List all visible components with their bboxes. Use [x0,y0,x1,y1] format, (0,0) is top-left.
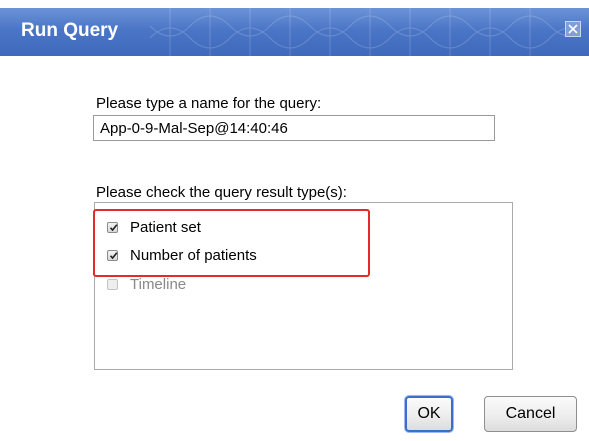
patient-set-label: Patient set [130,218,201,236]
dialog-title: Run Query [21,20,119,41]
close-icon [568,24,578,34]
patient-set-checkbox[interactable] [107,221,118,233]
option-number-of-patients[interactable]: Number of patients [107,245,257,265]
query-name-label: Please type a name for the query: [96,95,322,112]
option-timeline[interactable]: Timeline [107,274,186,294]
ok-button[interactable]: OK [405,396,453,432]
cancel-button[interactable]: Cancel [484,396,577,432]
timeline-checkbox[interactable] [107,278,118,290]
number-of-patients-label: Number of patients [130,246,257,264]
titlebar-pattern [150,8,570,56]
number-of-patients-checkbox[interactable] [107,249,118,261]
timeline-label: Timeline [130,275,187,293]
result-types-label: Please check the query result type(s): [96,184,347,201]
check-icon [109,251,118,259]
check-icon [109,223,118,231]
option-patient-set[interactable]: Patient set [107,217,201,237]
run-query-dialog: Run Query Please type a name for the que… [0,0,589,441]
dialog-titlebar: Run Query [0,8,589,56]
close-button[interactable] [565,21,581,37]
query-name-input[interactable] [93,115,495,141]
